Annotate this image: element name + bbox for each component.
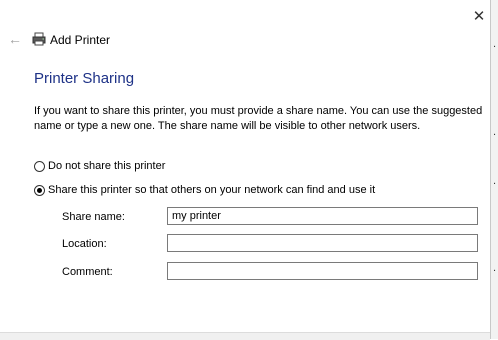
edge-char: . — [493, 126, 497, 138]
comment-label: Comment: — [62, 266, 113, 278]
location-label: Location: — [62, 238, 107, 250]
page-title: Printer Sharing — [34, 70, 135, 87]
dialog-header-title: Add Printer — [50, 33, 111, 47]
share-radio[interactable] — [34, 184, 45, 196]
sharing-description: If you want to share this printer, you m… — [34, 105, 483, 132]
edge-char: . — [493, 262, 497, 274]
close-button[interactable]: ✕ — [468, 6, 490, 26]
background-window-edge: . . . . — [491, 0, 498, 339]
add-printer-dialog: ✕ ← Add Printer Printer Sharing If you w… — [0, 0, 491, 340]
comment-input[interactable] — [167, 262, 478, 280]
share-option[interactable]: Share this printer so that others on you… — [34, 184, 375, 196]
edge-char: . — [493, 175, 497, 187]
close-icon: ✕ — [472, 8, 486, 25]
no-share-radio[interactable] — [34, 160, 45, 172]
share-label: Share this printer so that others on you… — [48, 184, 376, 196]
share-name-input[interactable] — [167, 207, 478, 225]
share-name-label: Share name: — [62, 211, 125, 223]
edge-char: . — [493, 38, 497, 50]
no-share-label: Do not share this printer — [48, 160, 166, 172]
back-button[interactable]: ← — [8, 31, 22, 47]
no-share-option[interactable]: Do not share this printer — [34, 160, 165, 172]
printer-icon — [32, 32, 46, 46]
location-input[interactable] — [167, 234, 478, 252]
arrow-left-icon: ← — [8, 31, 22, 47]
